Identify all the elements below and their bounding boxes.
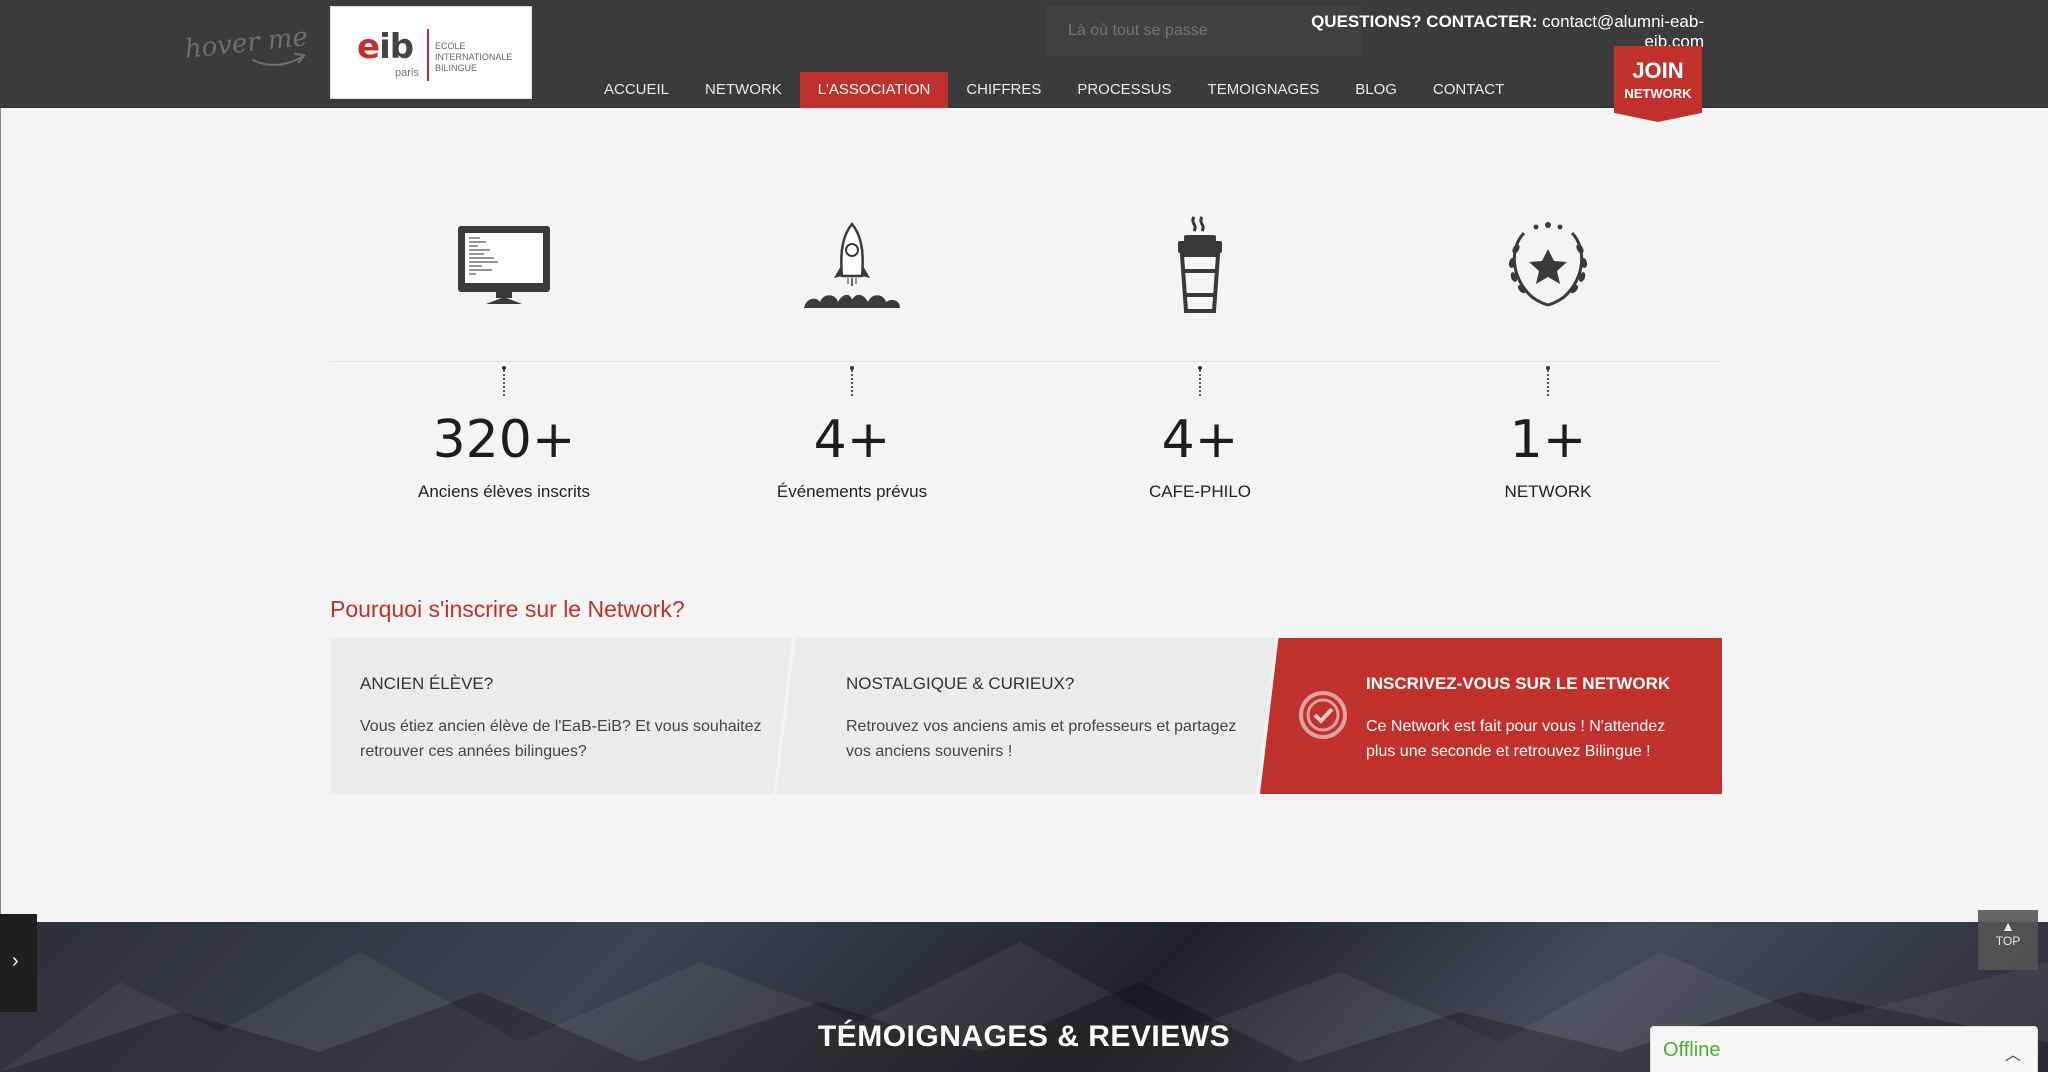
chevron-up-icon[interactable]: ︿ [2005, 1041, 2021, 1065]
stat-item: 4+ CAFE-PHILO [1026, 210, 1374, 502]
stat-item: 320+ Anciens élèves inscrits [330, 210, 678, 502]
stat-number: 4+ [813, 410, 891, 470]
stat-label: Événements prévus [776, 482, 928, 501]
coffee-cup-icon [1178, 216, 1222, 313]
contact-label: QUESTIONS? CONTACTER: [1311, 12, 1538, 31]
stat-connector [502, 366, 506, 396]
card-title: ANCIEN ÉLÈVE? [360, 674, 494, 693]
site-logo[interactable]: eib paris ECOLE INTERNATIONALE BILINGUE [330, 6, 532, 99]
contact-email-link[interactable]: contact@alumni-eab-eib.com [1542, 12, 1704, 51]
nav-network[interactable]: NETWORK [687, 72, 800, 108]
logo-divider [427, 29, 429, 81]
stat-connector [850, 366, 854, 396]
card-ancien-eleve: ANCIEN ÉLÈVE? Vous étiez ancien élève de… [330, 638, 792, 794]
nav-contact[interactable]: CONTACT [1415, 72, 1522, 108]
nav-association[interactable]: L'ASSOCIATION [799, 72, 949, 108]
chat-status: Offline [1663, 1039, 1721, 1061]
hover-me-hint: hover me [183, 21, 318, 89]
stat-label: NETWORK [1504, 482, 1592, 501]
nav-blog[interactable]: BLOG [1337, 72, 1415, 108]
stat-connector [1198, 366, 1202, 396]
logo-school-name: ECOLE INTERNATIONALE BILINGUE [435, 41, 513, 73]
nav-temoignages[interactable]: TEMOIGNAGES [1190, 72, 1338, 108]
rocket-icon [804, 222, 900, 308]
card-nostalgique: NOSTALGIQUE & CURIEUX? Retrouvez vos anc… [776, 638, 1276, 794]
stat-number: 320+ [432, 410, 576, 470]
site-header: hover me eib paris ECOLE INTERNATIONALE … [0, 0, 2048, 122]
card-inscrivez-vous[interactable]: INSCRIVEZ-VOUS SUR LE NETWORK Ce Network… [1260, 638, 1722, 794]
stat-label: CAFE-PHILO [1148, 482, 1252, 501]
card-title: INSCRIVEZ-VOUS SUR LE NETWORK [1366, 674, 1671, 693]
stat-number: 4+ [1161, 410, 1239, 470]
computer-icon [458, 226, 550, 304]
card-text: Ce Network est fait pour vous ! N'attend… [1366, 718, 1666, 760]
join-network-button[interactable]: JOIN NETWORK [1614, 46, 1702, 122]
stat-item: 4+ Événements prévus [678, 210, 1026, 502]
back-to-top-button[interactable]: ▲ TOP [1978, 910, 2038, 970]
card-title: NOSTALGIQUE & CURIEUX? [846, 674, 1075, 693]
chat-widget-bar[interactable]: Offline ︿ [1650, 1026, 2038, 1072]
stat-number: 1+ [1509, 410, 1587, 470]
logo-city: paris [395, 67, 419, 79]
card-text: Retrouvez vos anciens amis et professeur… [846, 718, 1237, 760]
chevron-right-icon: › [12, 950, 19, 972]
card-text: Vous étiez ancien élève de l'EaB-EiB? Et… [360, 718, 762, 760]
stat-label: Anciens élèves inscrits [418, 482, 590, 501]
stat-connector [1546, 366, 1550, 396]
stat-item: 1+ NETWORK [1374, 210, 1722, 502]
nav-processus[interactable]: PROCESSUS [1059, 72, 1189, 108]
why-title: Pourquoi s'inscrire sur le Network? [330, 596, 685, 622]
logo-wordmark: eib [357, 27, 414, 67]
nav-chiffres[interactable]: CHIFFRES [948, 72, 1059, 108]
chevron-up-icon: ▲ [2001, 918, 2015, 934]
check-circle-icon [1299, 691, 1347, 739]
laurel-star-icon [1508, 222, 1588, 307]
nav-accueil[interactable]: ACCUEIL [586, 72, 687, 108]
left-edge-line [0, 108, 1, 922]
side-panel-toggle[interactable]: › [0, 914, 37, 1012]
main-nav: ACCUEIL NETWORK L'ASSOCIATION CHIFFRES P… [586, 72, 1522, 108]
curved-arrow-icon [252, 52, 307, 66]
